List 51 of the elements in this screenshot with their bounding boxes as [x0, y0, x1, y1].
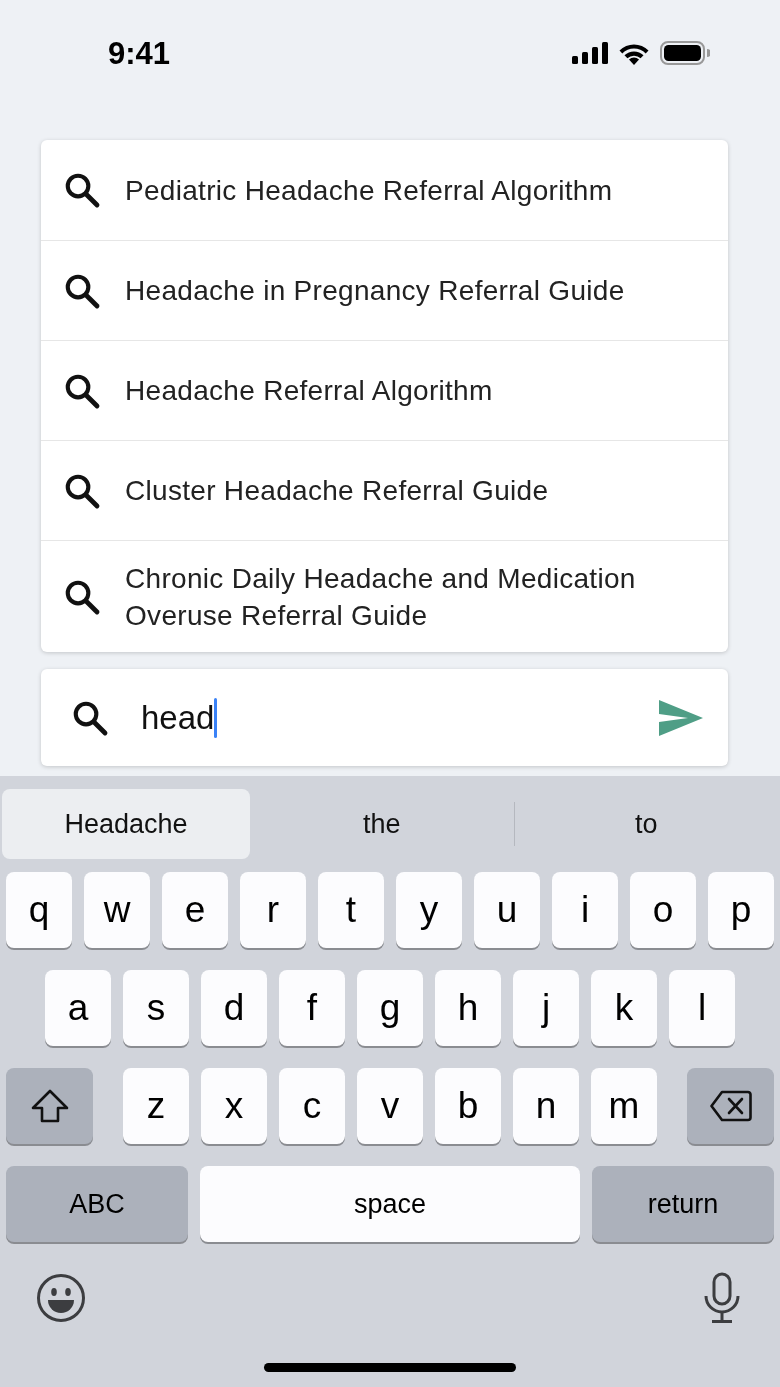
suggestion-text[interactable]: Headache Referral Algorithm	[125, 372, 493, 409]
suggestion-text[interactable]: Pediatric Headache Referral Algorithm	[125, 171, 613, 209]
letter-key[interactable]: p	[708, 872, 774, 948]
letter-key[interactable]: h	[435, 970, 501, 1046]
letter-key[interactable]: v	[357, 1068, 423, 1144]
letter-key[interactable]: c	[279, 1068, 345, 1144]
battery-icon	[660, 41, 710, 65]
letter-key[interactable]: x	[201, 1068, 267, 1144]
letter-key[interactable]: d	[201, 970, 267, 1046]
letter-key[interactable]: a	[45, 970, 111, 1046]
text-cursor	[214, 697, 218, 738]
letter-key[interactable]: m	[591, 1068, 657, 1144]
return-key[interactable]: return	[592, 1166, 774, 1242]
microphone-icon	[702, 1272, 742, 1324]
letter-key[interactable]: z	[123, 1068, 189, 1144]
letter-key[interactable]: y	[396, 872, 462, 948]
emoji-icon	[36, 1273, 86, 1323]
letter-key[interactable]: i	[552, 872, 618, 948]
suggestion-text[interactable]: Headache in Pregnancy Referral Guide	[125, 272, 625, 309]
search-icon	[63, 171, 101, 209]
suggestion-text[interactable]: Chronic Daily Headache and Medication Overuse Referral Guide	[125, 559, 704, 634]
letter-key[interactable]: r	[240, 872, 306, 948]
letter-key[interactable]: n	[513, 1068, 579, 1144]
letter-key[interactable]: e	[162, 872, 228, 948]
letter-key[interactable]: b	[435, 1068, 501, 1144]
letter-key[interactable]: k	[591, 970, 657, 1046]
letter-key[interactable]: w	[84, 872, 150, 948]
input-field[interactable]: head	[141, 698, 215, 737]
word-suggestion[interactable]: Headache	[2, 789, 250, 859]
send-icon	[658, 698, 704, 737]
signal-icon	[572, 42, 608, 64]
letter-key[interactable]: q	[6, 872, 72, 948]
clock-time: 9:41	[108, 36, 171, 72]
delete-key[interactable]	[687, 1068, 774, 1144]
suggestion-text[interactable]: Cluster Headache Referral Guide	[125, 472, 549, 509]
abc-key[interactable]: ABC	[6, 1166, 188, 1242]
letter-key[interactable]: f	[279, 970, 345, 1046]
space-key[interactable]: space	[200, 1166, 580, 1242]
letter-key[interactable]: s	[123, 970, 189, 1046]
shift-icon	[30, 1089, 69, 1123]
letter-key[interactable]: u	[474, 872, 540, 948]
backspace-icon	[709, 1090, 752, 1122]
word-suggestion[interactable]: the	[250, 789, 514, 859]
send-button[interactable]	[658, 698, 704, 737]
letter-key[interactable]: j	[513, 970, 579, 1046]
letter-key[interactable]: o	[630, 872, 696, 948]
shift-key[interactable]	[6, 1068, 93, 1144]
letter-key[interactable]: l	[669, 970, 735, 1046]
word-suggestion[interactable]: to	[514, 789, 778, 859]
letter-key[interactable]: t	[318, 872, 384, 948]
letter-key[interactable]: g	[357, 970, 423, 1046]
